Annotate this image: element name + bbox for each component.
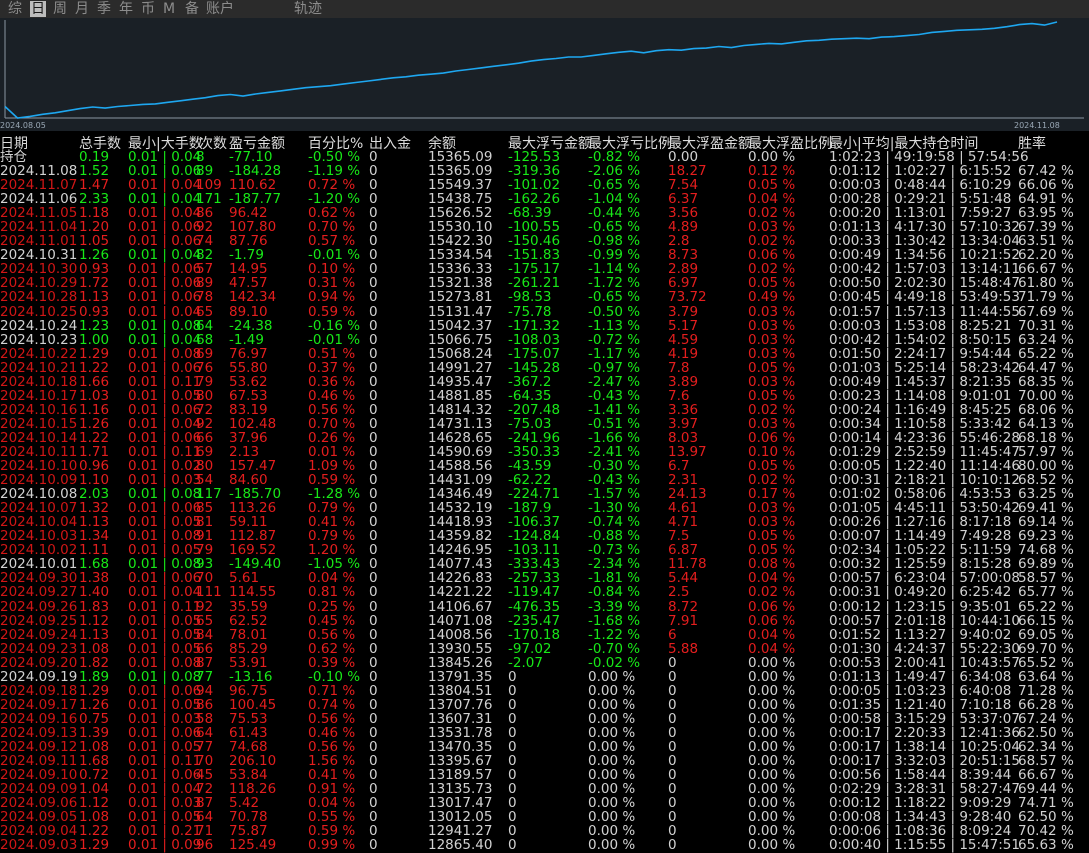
chart-x-start-label: 2024.08.05	[0, 121, 46, 130]
tab-yearly[interactable]: 年	[119, 1, 133, 17]
cell-max-float-loss-pct: 0.00 %	[588, 837, 636, 853]
tab-summary[interactable]: 综	[8, 1, 22, 17]
cell-max-float-gain: 0	[668, 837, 677, 853]
period-tab-bar: 综 日 周 月 季 年 币 M 备 账户 轨迹	[0, 0, 1089, 18]
tab-monthly[interactable]: 月	[75, 1, 89, 17]
cell-count: 96	[196, 837, 214, 853]
tab-quarterly[interactable]: 季	[97, 1, 111, 17]
cell-max-float-loss: 0	[508, 837, 517, 853]
trail-label: 轨迹	[294, 1, 322, 17]
tab-account[interactable]: 账户	[206, 1, 234, 17]
cell-deposit: 0	[369, 837, 378, 853]
tab-daily[interactable]: 日	[30, 1, 46, 17]
daily-report-table: 持仓 0.19 0.01 | 0.04 8 -77.10 -0.50 % 0 15365.09…	[0, 150, 1089, 853]
equity-chart: 2024.08.05 2024.11.08	[0, 18, 1089, 131]
cell-winrate: 65.63 %	[1018, 837, 1074, 853]
cell-date: 2024.09.03	[0, 837, 78, 853]
tab-notes[interactable]: 备	[185, 1, 199, 17]
cell-percent: 0.99 %	[308, 837, 356, 853]
equity-line	[4, 21, 1058, 119]
cell-min-max-lots: 0.01 | 0.09	[128, 837, 202, 853]
tab-magic[interactable]: M	[163, 1, 175, 17]
tab-symbol[interactable]: 币	[141, 1, 155, 17]
table-row[interactable]: 2024.09.03 1.29 0.01 | 0.09 96 125.49 0.99 % 0…	[0, 837, 1089, 853]
tab-weekly[interactable]: 周	[53, 1, 67, 17]
chart-x-end-label: 2024.11.08	[1014, 121, 1060, 130]
cell-hold-time: 0:00:40 | 1:15:55 | 15:47:51	[829, 837, 1020, 853]
cell-balance: 12865.40	[428, 837, 493, 853]
cell-lots: 1.29	[79, 837, 110, 853]
cell-max-float-gain-pct: 0.00 %	[748, 837, 796, 853]
cell-pnl: 125.49	[229, 837, 277, 853]
